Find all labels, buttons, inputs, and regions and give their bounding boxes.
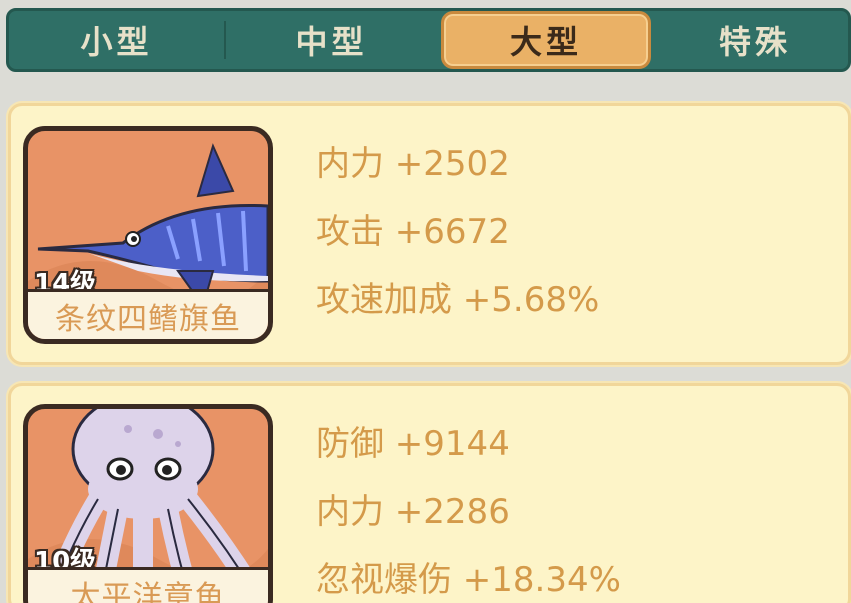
stat-line: 忽视爆伤 +18.34% [316, 560, 621, 600]
fish-name: 条纹四鳍旗鱼 [28, 289, 268, 339]
stat-line: 内力 +2286 [316, 492, 510, 532]
fish-card[interactable]: 10级 太平洋章鱼 防御 +9144 内力 +2286 忽视爆伤 +18.34% [8, 383, 851, 603]
fish-portrait: 14级 条纹四鳍旗鱼 [23, 126, 273, 344]
tab-small[interactable]: 小型 [9, 11, 224, 69]
stat-line: 防御 +9144 [316, 424, 510, 464]
tab-special[interactable]: 特殊 [654, 11, 851, 69]
stat-line: 内力 +2502 [316, 144, 510, 184]
tab-medium[interactable]: 中型 [224, 11, 439, 69]
fish-portrait: 10级 太平洋章鱼 [23, 404, 273, 603]
fish-card[interactable]: 14级 条纹四鳍旗鱼 内力 +2502 攻击 +6672 攻速加成 +5.68% [8, 103, 851, 365]
stat-line: 攻击 +6672 [316, 212, 510, 252]
stat-line: 攻速加成 +5.68% [316, 280, 600, 320]
tab-large[interactable]: 大型 [441, 11, 651, 69]
fish-name: 太平洋章鱼 [28, 567, 268, 603]
category-tab-bar: 小型 中型 大型 特殊 [6, 8, 851, 72]
